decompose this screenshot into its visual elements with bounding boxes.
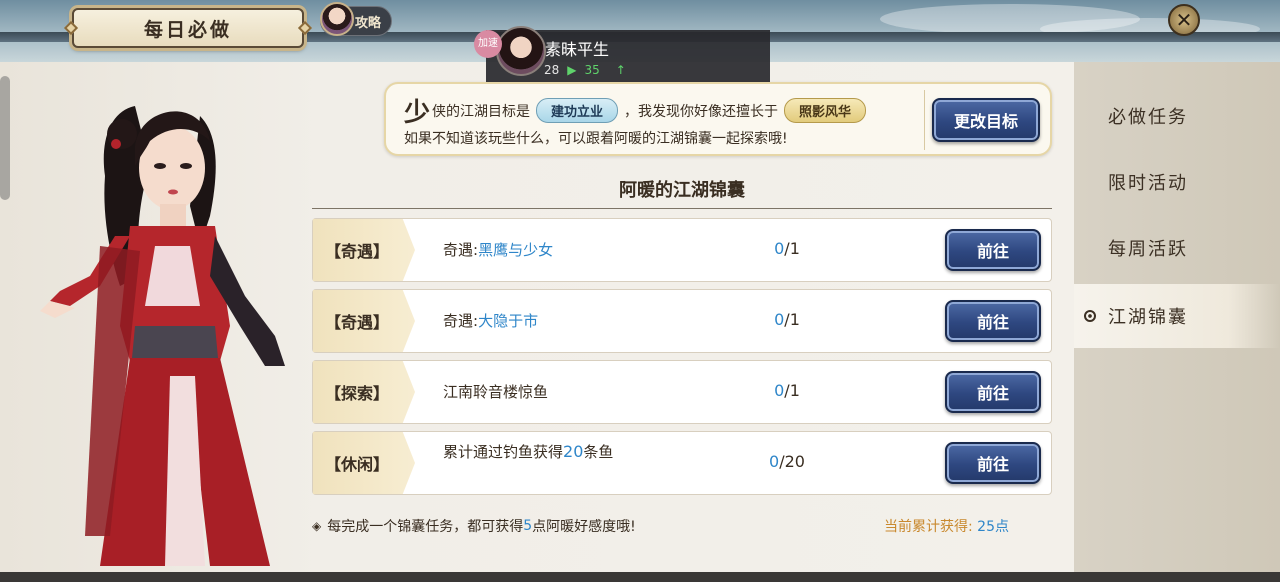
- go-button[interactable]: 前往: [945, 442, 1041, 484]
- task-progress-total: /1: [784, 239, 800, 258]
- footer-total: 当前累计获得: 25点: [884, 516, 1009, 536]
- footer-total-label: 当前累计获得:: [884, 519, 978, 535]
- task-progress-current: 0: [774, 381, 785, 400]
- player-avatar[interactable]: [496, 26, 546, 76]
- change-goal-button[interactable]: 更改目标: [932, 98, 1040, 142]
- footer-note-number: 5: [523, 518, 533, 534]
- task-prefix: 奇遇:: [443, 241, 479, 259]
- skill-tag: 照影风华: [784, 98, 867, 123]
- side-nav: 必做任务 限时活动 每周活跃 江湖锦囊: [1074, 62, 1280, 572]
- nav-item-label: 每周活跃: [1108, 239, 1188, 260]
- task-row: 【休闲】 累计通过钓鱼获得20条鱼 0/20 前往: [312, 431, 1052, 495]
- task-category: 【探索】: [313, 361, 415, 423]
- task-name: 江南聆音楼惊鱼: [443, 383, 549, 401]
- go-button[interactable]: 前往: [945, 229, 1041, 271]
- close-button[interactable]: ✕: [1168, 4, 1200, 36]
- boost-badge: 加速: [474, 30, 502, 58]
- nav-item-weekly-activity[interactable]: 每周活跃: [1074, 216, 1280, 280]
- task-category: 【休闲】: [313, 432, 415, 494]
- nav-item-label: 限时活动: [1108, 173, 1188, 194]
- task-link[interactable]: 大隐于市: [478, 312, 538, 330]
- task-progress-total: /1: [784, 381, 800, 400]
- page-title: 每日必做: [63, 8, 313, 48]
- bullet-icon: ◈: [312, 519, 322, 533]
- active-marker-icon: [1084, 310, 1096, 322]
- footer-total-unit: 点: [995, 519, 1009, 535]
- go-button[interactable]: 前往: [945, 300, 1041, 342]
- boost-badge-text: 加速: [478, 38, 498, 49]
- player-name: 素昧平生: [545, 40, 610, 59]
- goal-divider: [924, 90, 925, 150]
- task-name: 累计通过钓鱼获得20条鱼: [443, 442, 633, 462]
- nav-item-label: 必做任务: [1108, 107, 1188, 128]
- task-progress: 0/1: [747, 310, 827, 329]
- task-progress-current: 0: [769, 452, 780, 471]
- task-name-part: 条鱼: [583, 443, 614, 461]
- play-icon: ▶: [567, 63, 577, 77]
- player-stats: 28 ▶ 35 ↑: [544, 63, 626, 77]
- goal-big-char: 少: [404, 98, 431, 128]
- player-level: 28: [544, 63, 560, 77]
- nav-item-label: 江湖锦囊: [1108, 307, 1188, 328]
- task-category: 【奇遇】: [313, 219, 415, 281]
- task-link[interactable]: 黑鹰与少女: [478, 241, 553, 259]
- nav-item-limited-events[interactable]: 限时活动: [1074, 150, 1280, 214]
- task-row: 【奇遇】 奇遇:黑鹰与少女 0/1 前往: [312, 218, 1052, 282]
- bottom-bar: [0, 572, 1280, 582]
- footer-total-number: 25: [977, 519, 995, 535]
- nav-item-jianghu-pouch[interactable]: 江湖锦囊: [1074, 284, 1280, 348]
- player-score: 35: [584, 63, 600, 77]
- footer-note: ◈ 每完成一个锦囊任务，都可获得 5 点阿暖好感度哦!: [312, 516, 636, 536]
- task-name: 奇遇:黑鹰与少女: [443, 239, 553, 260]
- task-prefix: 奇遇:: [443, 312, 479, 330]
- guide-avatar[interactable]: [320, 2, 354, 36]
- page-title-text: 每日必做: [143, 18, 232, 41]
- scroll-handle[interactable]: [0, 76, 10, 200]
- goal-text-1: 侠的江湖目标是: [432, 103, 531, 120]
- task-category: 【奇遇】: [313, 290, 415, 352]
- task-progress: 0/20: [747, 452, 827, 471]
- section-title: 阿暖的江湖锦囊: [619, 180, 745, 201]
- task-progress-current: 0: [774, 310, 785, 329]
- task-progress-current: 0: [774, 239, 785, 258]
- goal-text-2: ，我发现你好像还擅长于: [624, 103, 779, 120]
- goal-line-1: 少 侠的江湖目标是 建功立业 ，我发现你好像还擅长于 照影风华: [404, 92, 872, 129]
- task-row: 【奇遇】 奇遇:大隐于市 0/1 前往: [312, 289, 1052, 353]
- task-row: 【探索】 江南聆音楼惊鱼 0/1 前往: [312, 360, 1052, 424]
- arrow-up-icon: ↑: [615, 63, 626, 77]
- task-name-part: 累计通过钓鱼获得: [443, 443, 564, 461]
- task-progress: 0/1: [747, 239, 827, 258]
- guide-label: 攻略: [355, 15, 382, 31]
- section-divider: [312, 208, 1052, 209]
- goal-tag: 建功立业: [536, 98, 619, 123]
- task-name-number: 20: [563, 442, 584, 461]
- footer-note-text: 点阿暖好感度哦!: [532, 519, 636, 535]
- close-icon: ✕: [1175, 8, 1193, 32]
- task-progress-total: /20: [779, 452, 805, 471]
- nav-item-required-tasks[interactable]: 必做任务: [1074, 84, 1280, 148]
- character-illustration: [40, 106, 285, 566]
- footer-note-text: 每完成一个锦囊任务，都可获得: [327, 519, 524, 535]
- goal-box: 少 侠的江湖目标是 建功立业 ，我发现你好像还擅长于 照影风华 如果不知道该玩些…: [384, 82, 1052, 156]
- task-progress: 0/1: [747, 381, 827, 400]
- go-button[interactable]: 前往: [945, 371, 1041, 413]
- goal-line-2: 如果不知道该玩些什么，可以跟着阿暖的江湖锦囊一起探索哦!: [404, 131, 788, 147]
- task-name: 奇遇:大隐于市: [443, 310, 538, 331]
- task-progress-total: /1: [784, 310, 800, 329]
